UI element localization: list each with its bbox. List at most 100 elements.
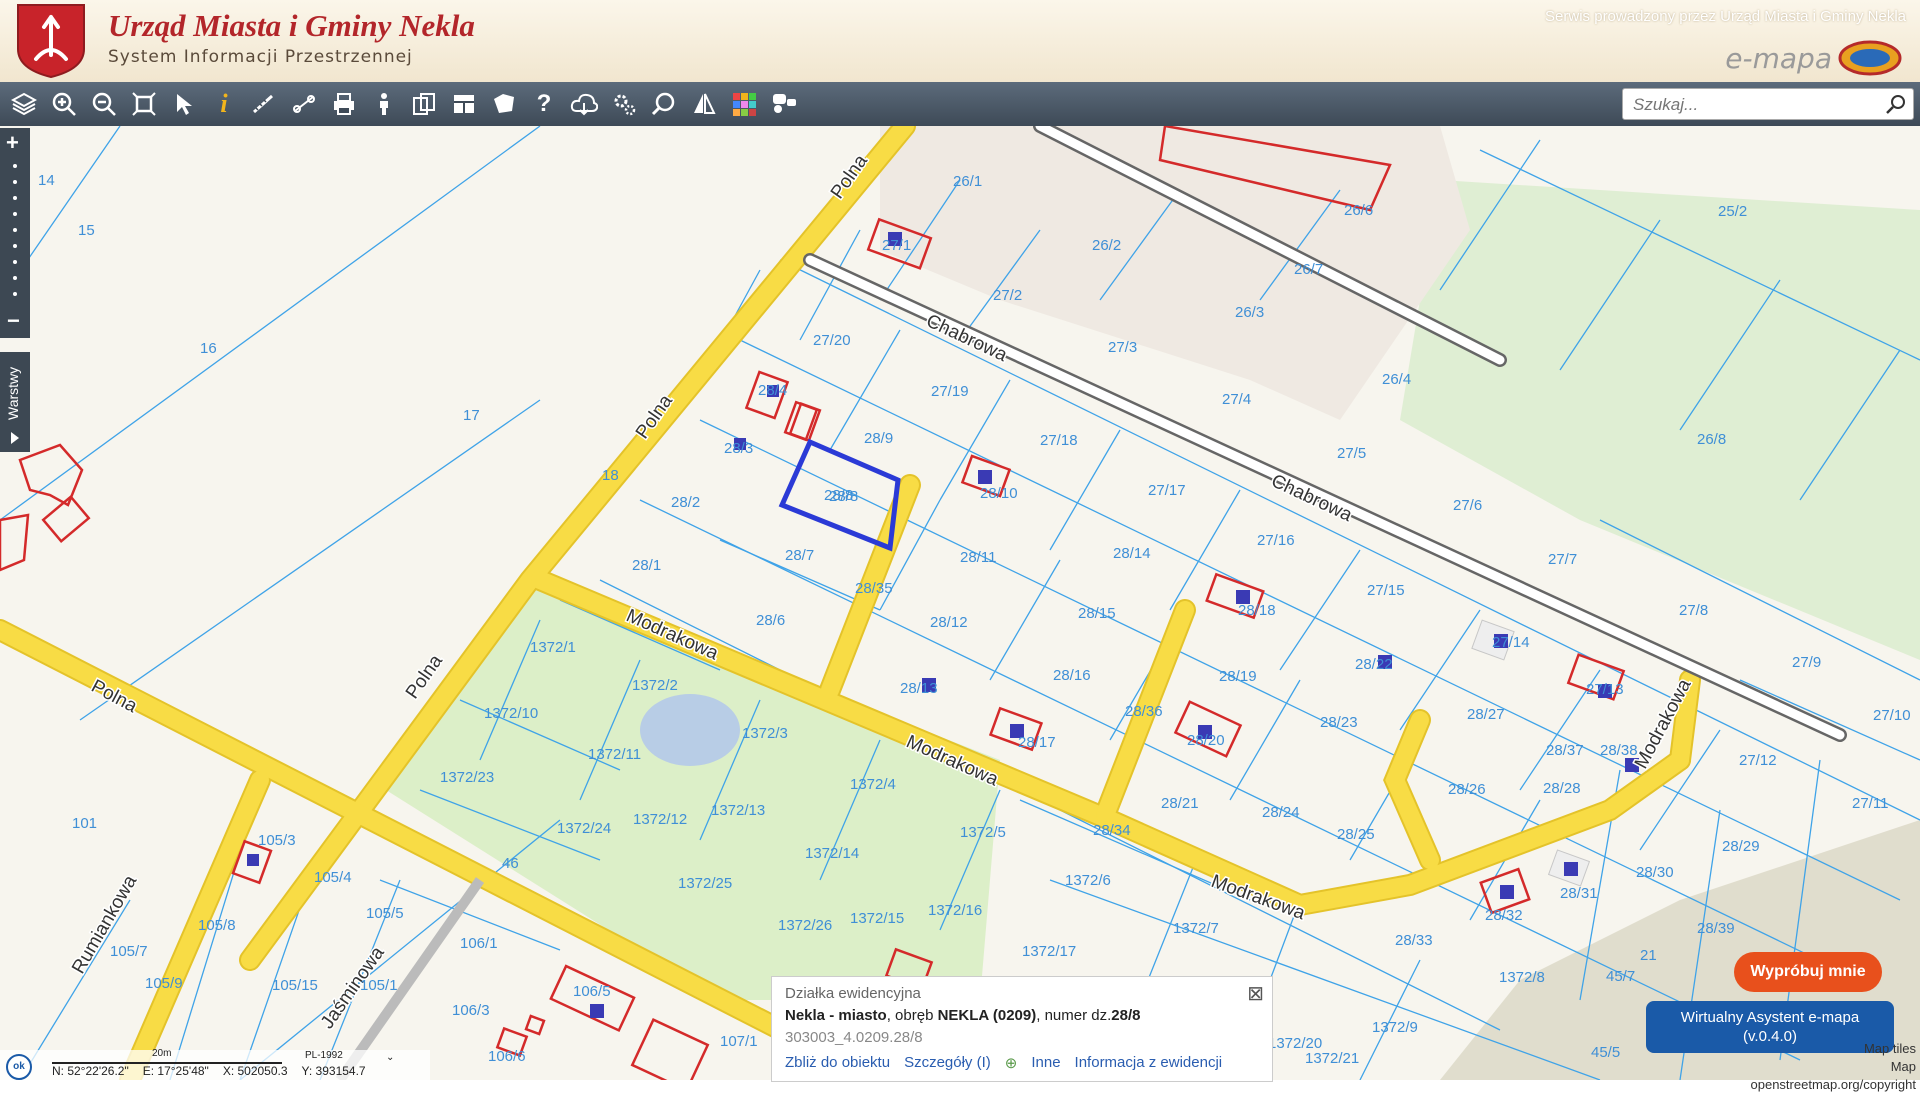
crest-icon [17, 4, 85, 79]
popup-obreb-label: , obręb [886, 1007, 938, 1024]
parcel-label: 28/3 [724, 440, 753, 457]
parcel-label: 28/39 [1697, 920, 1735, 937]
provider-note: Serwis prowadzony przez Urząd Miasta i G… [1545, 8, 1906, 25]
details-link[interactable]: Szczegóły (I) [904, 1054, 991, 1072]
parcel-label: 26/3 [1235, 304, 1264, 321]
select-arrow-icon[interactable] [168, 88, 200, 120]
main-toolbar: i ? [0, 82, 1920, 126]
parcel-label: 1372/1 [530, 639, 576, 656]
close-icon[interactable]: ⊠ [1247, 981, 1264, 1006]
parcel-label: 28/2 [671, 494, 700, 511]
other-link[interactable]: Inne [1031, 1054, 1060, 1072]
parcel-label: 28/19 [1219, 668, 1257, 685]
parcel-label: 28/12 [930, 614, 968, 631]
mirror-icon[interactable] [688, 88, 720, 120]
zoom-in-icon[interactable] [48, 88, 80, 120]
attribution-tiles: Map tiles [1863, 1041, 1916, 1056]
parcel-label: 28/17 [1018, 734, 1056, 751]
area-icon[interactable] [488, 88, 520, 120]
zoom-plus-button[interactable]: + [6, 130, 19, 156]
popup-parcel-line: Nekla - miasto, obręb NEKLA (0209), nume… [785, 1007, 1140, 1024]
find-icon[interactable] [648, 88, 680, 120]
zoom-slider[interactable]: + − [0, 128, 30, 338]
parcel-info-popup: Działka ewidencyjna Nekla - miasto, obrę… [771, 976, 1273, 1082]
layers-panel-toggle[interactable]: Warstwy [0, 352, 30, 452]
print-icon[interactable] [328, 88, 360, 120]
parcel-label: 28/37 [1546, 742, 1584, 759]
settings-icon[interactable] [608, 88, 640, 120]
parcel-label: 1372/15 [850, 910, 904, 927]
zoom-to-object-link[interactable]: Zbliż do obiektu [785, 1054, 890, 1072]
parcel-label: 1372/9 [1372, 1019, 1418, 1036]
crs-select[interactable]: PL-1992 [305, 1050, 343, 1061]
chevron-down-icon[interactable]: ⌄ [386, 1052, 394, 1063]
parcel-label: 27/8 [1679, 602, 1708, 619]
parcel-label: 1372/4 [850, 776, 896, 793]
search-input[interactable] [1631, 93, 1875, 117]
parcel-label: 27/6 [1453, 497, 1482, 514]
parcel-label: 1372/26 [778, 917, 832, 934]
parcel-label: 28/23 [1320, 714, 1358, 731]
parcel-label: 28/21 [1161, 795, 1199, 812]
search-icon[interactable] [1885, 93, 1907, 115]
parcel-label: 1372/13 [711, 802, 765, 819]
scale-label: 20m [152, 1048, 172, 1059]
measure-line-icon[interactable] [248, 88, 280, 120]
measure-link-icon[interactable] [288, 88, 320, 120]
parcel-label: 45/5 [1591, 1044, 1620, 1061]
parcel-label: 28/33 [1395, 932, 1433, 949]
zoom-out-icon[interactable] [88, 88, 120, 120]
parcel-label: 105/1 [360, 977, 398, 994]
layers-panel-label: Warstwy [5, 366, 21, 420]
parcel-label: 1372/2 [632, 677, 678, 694]
compare-icon[interactable] [408, 88, 440, 120]
selected-parcel-label: 28/8 [824, 487, 853, 504]
parcel-label: 28/15 [1078, 605, 1116, 622]
try-me-button[interactable]: Wypróbuj mnie [1734, 952, 1882, 992]
map-svg[interactable]: Polna Polna Polna Polna Modrakowa Modrak… [0, 126, 1920, 1080]
zoom-ticks[interactable] [0, 158, 30, 308]
map-canvas[interactable]: Polna Polna Polna Polna Modrakowa Modrak… [0, 126, 1920, 1080]
parcel-label: 27/13 [1586, 681, 1624, 698]
pond [640, 694, 740, 766]
cloud-icon[interactable] [568, 88, 600, 120]
parcel-label: 28/27 [1467, 706, 1505, 723]
chat-icon[interactable] [768, 88, 800, 120]
parcel-label: 27/5 [1337, 445, 1366, 462]
parcel-label: 105/4 [314, 869, 352, 886]
zoom-extent-icon[interactable] [128, 88, 160, 120]
parcel-label: 28/11 [960, 549, 996, 566]
popup-parcel-id: 303003_4.0209.28/8 [785, 1029, 923, 1046]
parcel-label: 28/22 [1355, 656, 1393, 673]
parcel-label: 1372/10 [484, 705, 538, 722]
assistant-title: Wirtualny Asystent e-mapa [1680, 1009, 1860, 1026]
layout-icon[interactable] [448, 88, 480, 120]
parcel-label: 1372/3 [742, 725, 788, 742]
layers-icon[interactable] [8, 88, 40, 120]
parcel-label: 28/28 [1543, 780, 1581, 797]
attribution-map: Map [1890, 1059, 1916, 1074]
parcel-label: 26/4 [1382, 371, 1411, 388]
streetview-icon[interactable] [368, 88, 400, 120]
parcel-label: 26/6 [1344, 202, 1373, 219]
emapa-logo[interactable]: e-mapa [1725, 40, 1902, 76]
color-grid-icon[interactable] [728, 88, 760, 120]
registry-info-link[interactable]: Informacja z ewidencji [1075, 1054, 1223, 1072]
parcel-label: 28/7 [785, 547, 814, 564]
help-icon[interactable]: ? [528, 88, 560, 120]
parcel-label: 26/7 [1294, 261, 1323, 278]
zoom-minus-button[interactable]: − [7, 308, 20, 334]
parcel-label: 1372/21 [1305, 1050, 1359, 1067]
info-icon[interactable]: i [208, 88, 240, 120]
parcel-label: 28/32 [1485, 907, 1523, 924]
attribution-osm-link[interactable]: openstreetmap.org/copyright [1751, 1076, 1916, 1094]
plus-circle-icon[interactable]: ⊕ [1005, 1054, 1018, 1072]
search-box [1622, 88, 1914, 120]
parcel-label: 1372/11 [588, 746, 641, 763]
x-coord: X: 502050.3 [222, 1064, 288, 1078]
parcel-label: 28/30 [1636, 864, 1674, 881]
parcel-label: 1372/14 [805, 845, 859, 862]
ok-button[interactable]: ok [6, 1054, 32, 1080]
parcel-label: 28/18 [1238, 602, 1276, 619]
parcel-label: 21 [1640, 947, 1657, 964]
